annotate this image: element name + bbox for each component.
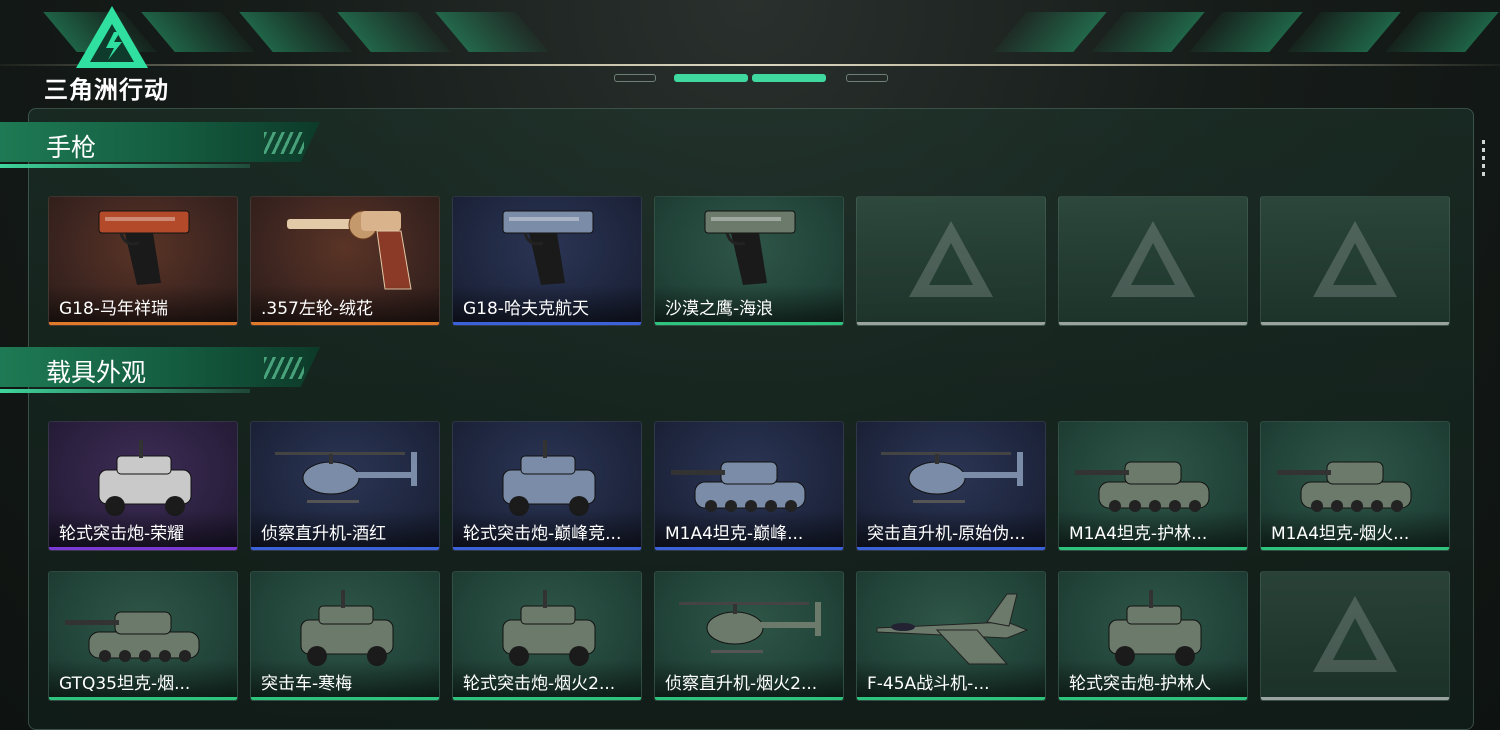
item-card[interactable]: 沙漠之鹰-海浪 [654,196,844,326]
rarity-bar [49,547,237,550]
item-name: 侦察直升机-烟火2... [665,674,818,694]
header-decoration-right [993,12,1499,52]
rarity-bar [251,697,439,700]
item-card[interactable]: 侦察直升机-酒红 [250,421,440,551]
section-header-vehicle-skins: 载具外观 [0,347,330,399]
item-card[interactable]: 突击车-寒梅 [250,571,440,701]
delta-placeholder-icon [909,221,993,297]
section-title: 手枪 [46,133,97,162]
item-card[interactable]: 轮式突击炮-巅峰竞... [452,421,642,551]
scrollbar[interactable] [1482,140,1485,180]
top-header: 三角洲行动 [0,0,1500,104]
empty-item-slot[interactable] [856,196,1046,326]
item-card[interactable]: 轮式突击炮-护林人 [1058,571,1248,701]
item-name: G18-哈夫克航天 [463,299,589,319]
item-card[interactable]: 侦察直升机-烟火2... [654,571,844,701]
item-card[interactable]: G18-哈夫克航天 [452,196,642,326]
section-title: 载具外观 [46,358,147,387]
item-card[interactable]: 突击直升机-原始伪... [856,421,1046,551]
item-card[interactable]: 轮式突击炮-烟火2... [452,571,642,701]
item-name: GTQ35坦克-烟... [59,674,191,694]
item-card[interactable]: M1A4坦克-烟火... [1260,421,1450,551]
rarity-bar [1261,547,1449,550]
game-title: 三角洲行动 [44,76,169,104]
rarity-bar [655,697,843,700]
item-card[interactable]: G18-马年祥瑞 [48,196,238,326]
rarity-bar [857,697,1045,700]
item-name: 侦察直升机-酒红 [261,524,387,544]
rarity-bar [655,322,843,325]
rarity-bar [1261,322,1449,325]
rarity-bar [251,547,439,550]
item-name: .357左轮-绒花 [261,299,373,319]
item-card[interactable]: .357左轮-绒花 [250,196,440,326]
empty-item-slot[interactable] [1058,196,1248,326]
item-card[interactable]: 轮式突击炮-荣耀 [48,421,238,551]
rarity-bar [49,322,237,325]
item-name: M1A4坦克-巅峰... [665,524,804,544]
rarity-bar [251,322,439,325]
rarity-bar [1059,322,1247,325]
item-name: M1A4坦克-护林... [1069,524,1208,544]
delta-placeholder-icon [1313,221,1397,297]
item-name: 轮式突击炮-荣耀 [59,524,185,544]
delta-placeholder-icon [1111,221,1195,297]
item-card[interactable]: F-45A战斗机-... [856,571,1046,701]
empty-item-slot[interactable] [1260,196,1450,326]
item-name: 沙漠之鹰-海浪 [665,299,774,319]
header-divider [0,64,1500,66]
rarity-bar [453,547,641,550]
item-name: 轮式突击炮-巅峰竞... [463,524,622,544]
rarity-bar [453,322,641,325]
rarity-bar [49,697,237,700]
item-name: G18-马年祥瑞 [59,299,168,319]
section-header-pistols: 手枪 [0,122,330,174]
rarity-bar [1261,697,1449,700]
rarity-bar [1059,697,1247,700]
header-center-indicator [612,72,892,84]
rarity-bar [453,697,641,700]
empty-item-slot[interactable] [1260,571,1450,701]
rarity-bar [655,547,843,550]
item-name: M1A4坦克-烟火... [1271,524,1410,544]
item-name: F-45A战斗机-... [867,674,990,694]
item-name: 突击车-寒梅 [261,674,353,694]
item-card[interactable]: M1A4坦克-巅峰... [654,421,844,551]
rarity-bar [857,322,1045,325]
item-name: 轮式突击炮-护林人 [1069,674,1212,694]
rarity-bar [857,547,1045,550]
item-card[interactable]: GTQ35坦克-烟... [48,571,238,701]
item-name: 轮式突击炮-烟火2... [463,674,616,694]
item-card[interactable]: M1A4坦克-护林... [1058,421,1248,551]
rarity-bar [1059,547,1247,550]
delta-placeholder-icon [1313,596,1397,672]
item-name: 突击直升机-原始伪... [867,524,1026,544]
